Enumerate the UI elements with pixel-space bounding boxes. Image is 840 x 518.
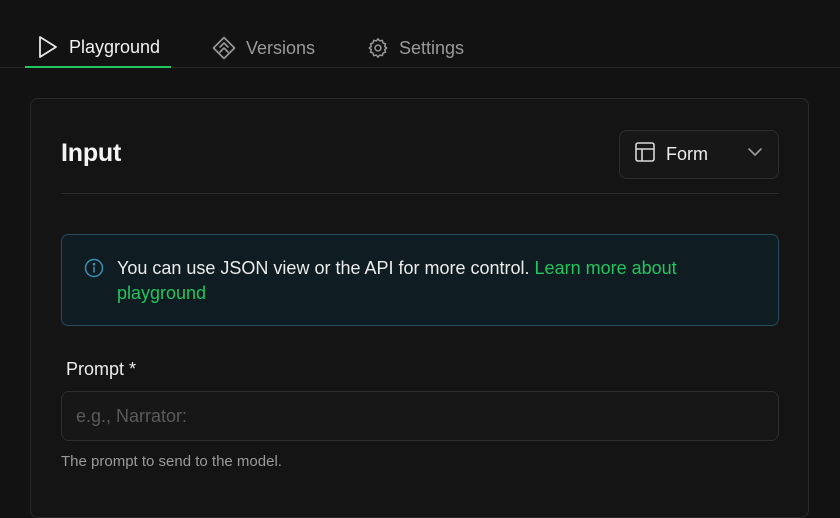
info-icon	[84, 258, 104, 283]
play-icon	[37, 35, 59, 59]
prompt-input[interactable]	[61, 391, 779, 441]
input-card: Input Form You can use JSON view or the …	[30, 98, 809, 518]
info-text: You can use JSON view or the API for mor…	[117, 256, 757, 306]
divider	[61, 193, 779, 194]
tab-label: Versions	[246, 37, 316, 58]
info-message: You can use JSON view or the API for mor…	[117, 258, 535, 278]
prompt-help-text: The prompt to send to the model.	[61, 453, 282, 470]
tab-playground[interactable]: Playground	[25, 28, 171, 68]
layout-icon	[634, 141, 656, 168]
input-title: Input	[61, 139, 122, 167]
prompt-label: Prompt *	[66, 359, 137, 379]
chevron-down-icon	[746, 143, 764, 166]
view-mode-value: Form	[666, 144, 708, 164]
tab-label: Playground	[69, 36, 161, 57]
tab-bar: Playground Versions Settings	[0, 0, 840, 68]
tab-label: Settings	[399, 37, 465, 58]
versions-icon	[212, 36, 236, 60]
gear-icon	[367, 37, 389, 59]
view-mode-select[interactable]: Form	[619, 130, 779, 179]
info-callout: You can use JSON view or the API for mor…	[61, 234, 779, 326]
tab-settings[interactable]: Settings	[355, 28, 474, 68]
tab-versions[interactable]: Versions	[200, 28, 325, 68]
